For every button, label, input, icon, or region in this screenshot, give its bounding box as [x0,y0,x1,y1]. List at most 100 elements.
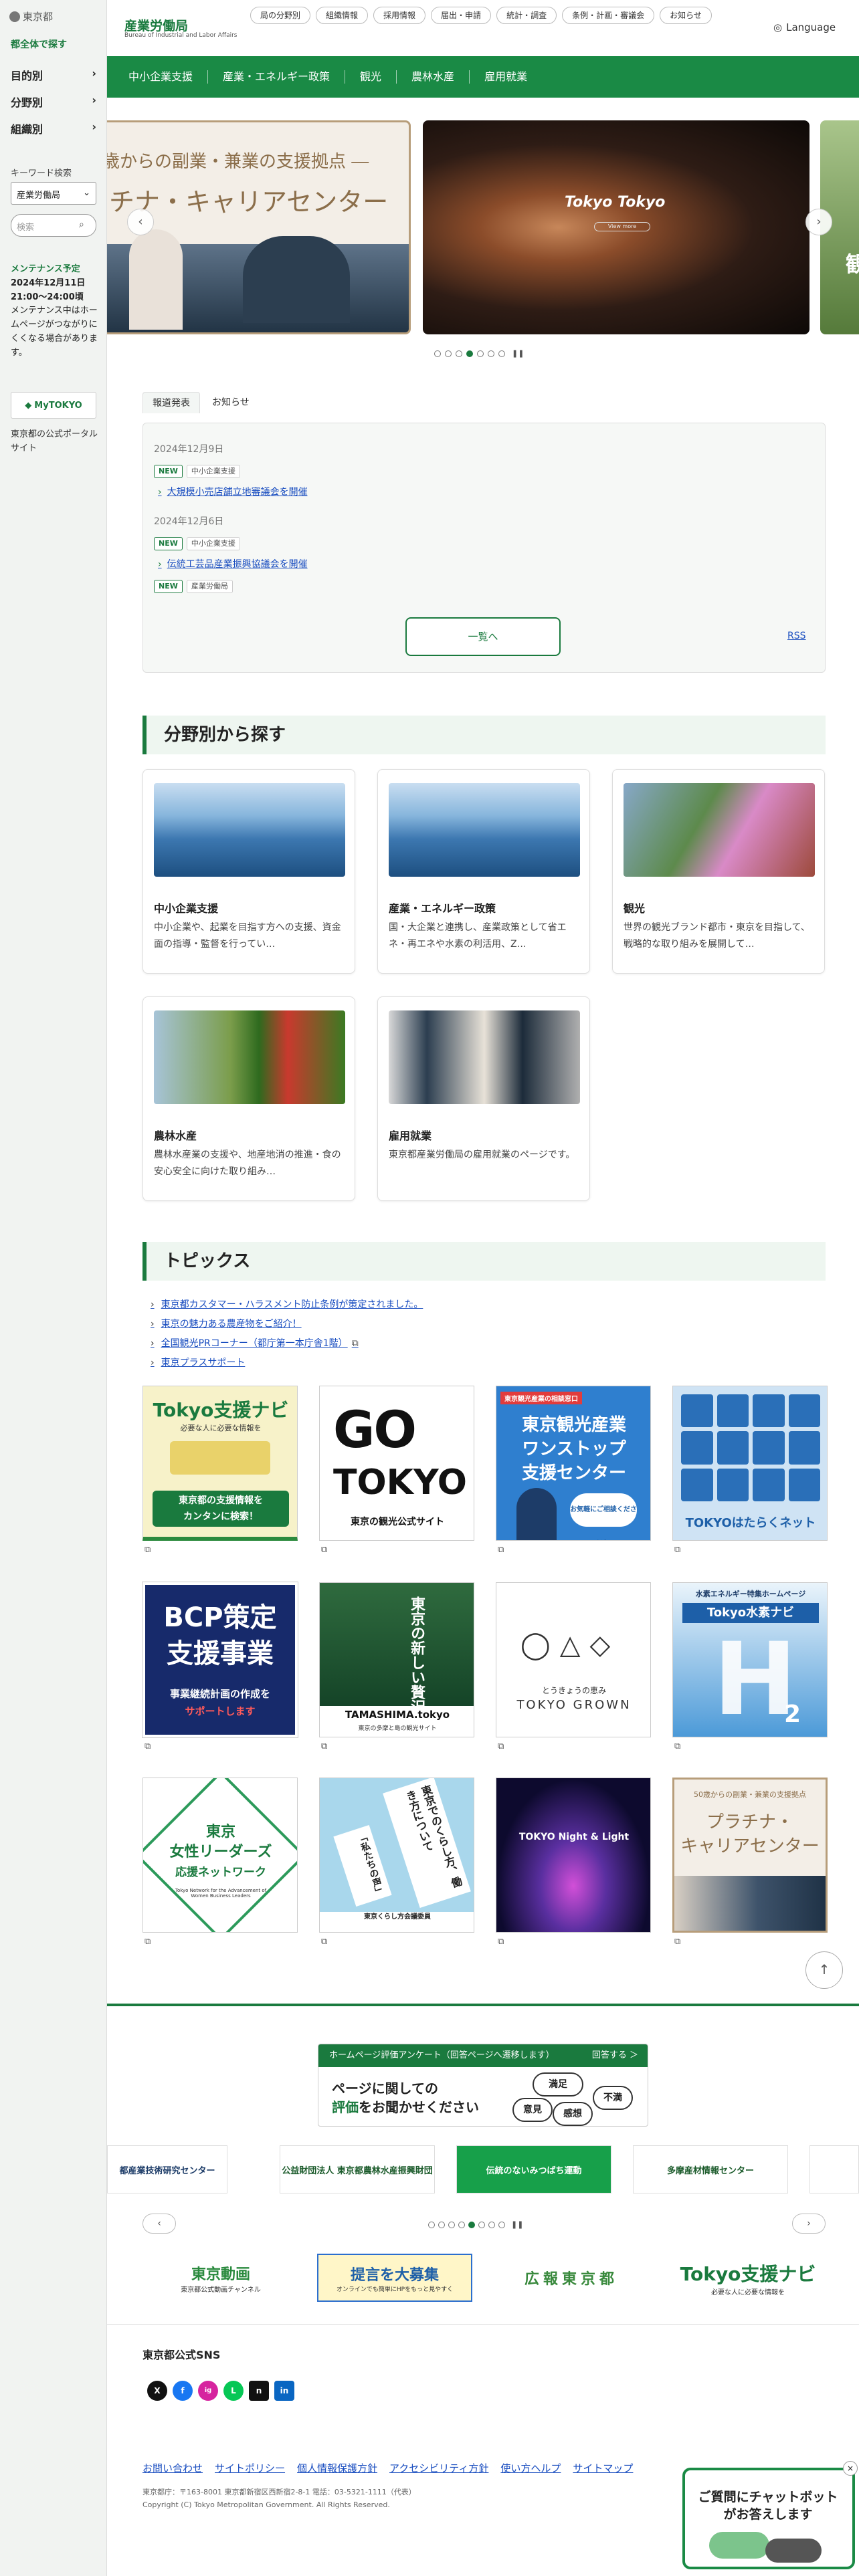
banner-tokyo-shien-navi[interactable]: Tokyo支援ナビ 必要な人に必要な情報を 東京都の支援情報を カンタンに検索！ [142,1386,298,1541]
footer-link[interactable]: サイトマップ [573,2461,633,2475]
banner-text: 50歳からの副業・兼業の支援拠点 [694,1790,806,1799]
survey-banner[interactable]: ホームページ評価アンケート（回答ページへ遷移します） 回答する ＞ ページに関して… [318,2044,648,2127]
carousel-dot[interactable] [488,350,494,357]
header-link[interactable]: 統計・調査 [496,7,557,24]
banner-kanko-onestop[interactable]: 東京観光産業の相談窓口 東京観光産業 ワンストップ 支援センター お気軽にご相談くだ… [496,1386,651,1541]
prev-icon[interactable]: ‹ [142,2214,176,2234]
gnav-item[interactable]: 農林水産 [397,70,470,84]
gnav-item[interactable]: 中小企業支援 [114,70,209,84]
partner-banner[interactable]: 伝統のないみつばち運動 [456,2145,611,2193]
carousel-dot[interactable] [434,350,441,357]
news-more-button[interactable]: 一覧へ [405,617,561,656]
partner-banner[interactable]: 都産業技術研究センター [107,2145,227,2193]
slide-tokyo-tokyo[interactable]: Tokyo Tokyo View more [423,120,809,334]
banner-tamashima[interactable]: 東京の新しい贅沢へ TAMASHIMA.tokyo 東京の多摩と島の観光サイト [319,1582,474,1737]
footer-link[interactable]: アクセシビリティ方針 [389,2461,488,2475]
link-banner[interactable]: 提言を大募集 オンラインでも簡単にHPをもっと見やすく [317,2254,472,2302]
carousel-dot[interactable] [498,350,505,357]
banner-platinum-career[interactable]: 50歳からの副業・兼業の支援拠点 プラチナ・ キャリアセンター [672,1778,828,1933]
tokyo-logo[interactable]: 東京都 [9,9,53,23]
carousel-dot[interactable] [445,350,452,357]
nav-field[interactable]: 分野別 › [11,94,96,110]
chatbot-button[interactable]: × ご質問にチャットボットがお答えします [682,2461,858,2569]
gnav-item[interactable]: 雇用就業 [470,70,542,84]
partner-banner[interactable]: 公益財団法人 東京都農林水産振興財団 [280,2145,435,2193]
field-card[interactable]: 産業・エネルギー政策 国・大企業と連携し、産業政策として省エネ・再エネや水素の利活… [377,769,590,974]
carousel-dot[interactable] [477,350,484,357]
footer-link[interactable]: 個人情報保護方針 [297,2461,377,2475]
next-slide-icon[interactable]: › [805,209,832,235]
field-card[interactable]: 雇用就業 東京都産業労働局の雇用就業のページです。 [377,996,590,1201]
prev-slide-icon[interactable]: ‹ [127,209,154,235]
footer-link[interactable]: お問い合わせ [142,2461,203,2475]
header-link[interactable]: お知らせ [660,7,712,24]
banner-suiso-navi[interactable]: 水素エネルギー特集ホームページ Tokyo水素ナビ H 2 [672,1582,828,1737]
partner-banner[interactable]: 多摩産材情報センター [633,2145,788,2193]
banner-kurashi-kaigi[interactable]: 東京でのくらし方、働き方について 「私たちの声」 東京くらし方会議委員 [319,1778,474,1933]
back-to-top-icon[interactable]: ↑ [805,1951,843,1989]
language-button[interactable]: ◎ Language [773,21,836,33]
card-title: 観光 [624,902,646,915]
banner-bcp[interactable]: BCP策定 支援事業 事業継続計画の作成を サポートします [142,1582,298,1738]
to-all-search[interactable]: 都全体で探す [11,37,67,51]
header-link[interactable]: 採用情報 [373,7,426,24]
facebook-icon[interactable]: f [173,2381,193,2401]
carousel-dot[interactable] [498,2221,505,2228]
link-banner[interactable]: Tokyo支援ナビ 必要な人に必要な情報を [670,2254,826,2302]
topic-link[interactable]: › 全国観光PRコーナー（都庁第一本庁舎1階） ⧉ [151,1334,423,1354]
carousel-dot[interactable] [488,2221,495,2228]
linkedin-icon[interactable]: in [274,2381,294,2401]
maintenance-desc: メンテナンス中はホームページがつながりにくくなる場合があります。 [11,306,98,358]
header-link[interactable]: 条例・計画・審議会 [562,7,655,24]
topic-link[interactable]: › 東京の魅力ある農産物をご紹介！ [151,1315,423,1334]
header-link[interactable]: 組織情報 [316,7,369,24]
carousel-dot[interactable] [448,2221,455,2228]
news-link[interactable]: › 伝統工芸品産業振興協議会を開催 [158,557,308,570]
carousel-dot[interactable] [456,350,462,357]
carousel-dot[interactable] [458,2221,465,2228]
carousel-dot-active[interactable] [466,350,473,357]
carousel-dot-active[interactable] [468,2221,475,2228]
next-icon[interactable]: › [792,2214,826,2234]
partner-banner[interactable] [809,2145,859,2193]
note-icon[interactable]: n [249,2381,269,2401]
carousel-dot[interactable] [478,2221,485,2228]
carousel-dot[interactable] [428,2221,435,2228]
banner-night-light[interactable]: TOKYO Night & Light [496,1778,651,1933]
x-icon[interactable]: X [147,2381,167,2401]
banner-tokyo-grown[interactable]: ◯△◇ とうきょうの恵み TOKYO GROWN [496,1582,651,1737]
news-link[interactable]: › 大規模小売店舗立地審議会を開催 [158,485,308,498]
site-title[interactable]: 産業労働局 [124,16,188,34]
link-banner[interactable]: 広報東京都 [494,2254,649,2302]
field-card[interactable]: 観光 世界の観光ブランド都市・東京を目指して、戦略的な取り組みを展開して… [612,769,825,974]
pause-icon[interactable]: ❚❚ [512,349,524,358]
banner-josei-leaders[interactable]: 東京 女性リーダーズ 応援ネットワーク Tokyo Network for the … [142,1778,298,1933]
banner-hataraku-net[interactable]: TOKYOはたらくネット [672,1386,828,1541]
footer-link[interactable]: サイトポリシー [215,2461,285,2475]
nav-org[interactable]: 組織別 › [11,120,96,136]
section-heading: トピックス [142,1242,826,1281]
tab-notice[interactable]: お知らせ [203,392,259,413]
header-link[interactable]: 局の分野別 [250,7,311,24]
close-icon[interactable]: × [843,2461,858,2476]
footer-link[interactable]: 使い方ヘルプ [500,2461,561,2475]
gnav-item[interactable]: 観光 [345,70,397,84]
rss-link[interactable]: RSS [787,631,806,641]
carousel-dot[interactable] [438,2221,445,2228]
search-scope-select[interactable]: 産業労働局 ⌄ [11,182,96,205]
field-card[interactable]: 農林水産 農林水産業の支援や、地産地消の推進・食の安心安全に向けた取り組み… [142,996,355,1201]
tab-press[interactable]: 報道発表 [142,392,200,413]
gnav-item[interactable]: 産業・エネルギー政策 [208,70,346,84]
header-link[interactable]: 届出・申請 [431,7,492,24]
mytokyo-button[interactable]: ◆ MyTOKYO [11,392,96,419]
pause-icon[interactable]: ❚❚ [511,2220,523,2229]
field-card[interactable]: 中小企業支援 中小企業や、起業を目指す方への支援、資金面の指導・監督を行ってい… [142,769,355,974]
link-banner[interactable]: 東京動画 東京都公式動画チャンネル [154,2254,288,2302]
search-icon[interactable]: ⌕ [79,219,84,230]
nav-purpose[interactable]: 目的別 › [11,67,96,83]
topic-link[interactable]: › 東京プラスサポート [151,1354,423,1373]
instagram-icon[interactable]: ig [198,2381,218,2401]
banner-go-tokyo[interactable]: GO TOKYO 東京の観光公式サイト [319,1386,474,1541]
line-icon[interactable]: L [223,2381,244,2401]
topic-link[interactable]: › 東京都カスタマー・ハラスメント防止条例が策定されました。 [151,1295,423,1315]
